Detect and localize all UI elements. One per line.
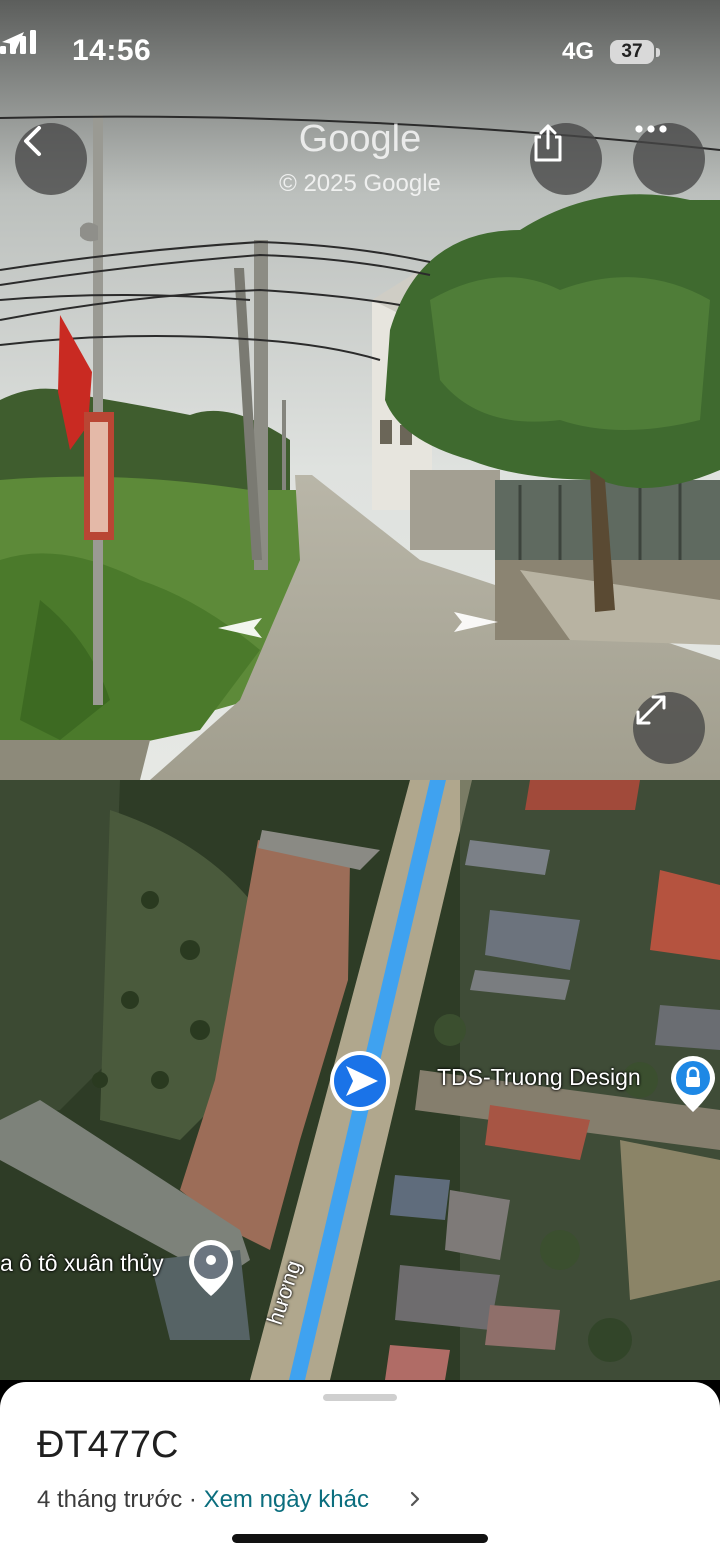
chevron-right-icon[interactable] xyxy=(408,1490,422,1508)
street-view-panel[interactable]: 14:56 4G 37 Google © 2025 Google xyxy=(0,0,720,780)
back-arrow-icon xyxy=(24,126,41,156)
current-location-marker[interactable] xyxy=(330,1051,390,1111)
capture-time: 4 tháng trước xyxy=(37,1486,183,1513)
other-dates-link[interactable]: Xem ngày khác xyxy=(204,1486,369,1513)
expand-icon xyxy=(636,695,666,725)
satellite-map[interactable]: TDS-Truong Design a ô tô xuân thủy hương xyxy=(0,780,720,1380)
more-options-button[interactable] xyxy=(633,123,705,195)
more-icon xyxy=(635,125,667,133)
share-button[interactable] xyxy=(530,123,602,195)
road-title: ĐT477C xyxy=(37,1424,179,1466)
back-button[interactable] xyxy=(15,123,87,195)
separator-dot: · xyxy=(188,1486,197,1513)
home-indicator[interactable] xyxy=(232,1534,488,1543)
network-type: 4G xyxy=(562,38,595,65)
share-icon xyxy=(534,124,562,162)
expand-button[interactable] xyxy=(633,692,705,764)
sheet-grabber[interactable] xyxy=(323,1394,397,1401)
battery-indicator: 37 xyxy=(610,40,654,64)
cellular-signal-icon xyxy=(0,30,36,54)
date-info: 4 tháng trước · Xem ngày khác xyxy=(37,1486,369,1514)
status-time: 14:56 xyxy=(72,34,152,67)
google-watermark: Google xyxy=(298,118,422,160)
bottom-sheet[interactable]: ĐT477C 4 tháng trước · Xem ngày khác xyxy=(0,1382,720,1560)
copyright-text: © 2025 Google xyxy=(279,170,441,197)
battery-cap xyxy=(656,48,660,57)
place-label-tds[interactable]: TDS-Truong Design xyxy=(437,1064,641,1091)
place-label-oto[interactable]: a ô tô xuân thủy xyxy=(0,1250,164,1277)
status-bar: 14:56 4G 37 xyxy=(0,30,720,80)
street-view-image[interactable] xyxy=(0,0,720,780)
